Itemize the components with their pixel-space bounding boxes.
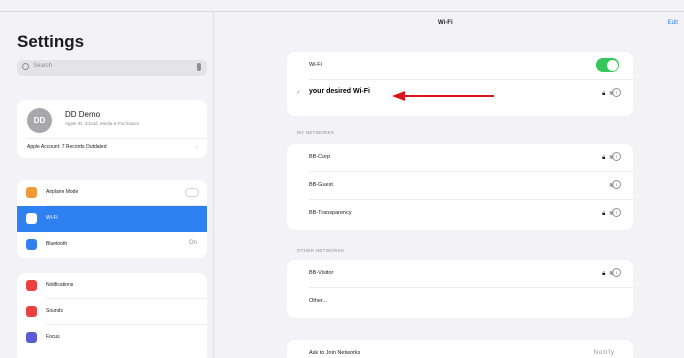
toggle-knob xyxy=(606,59,618,71)
network-row[interactable]: BB-Transparency 🔒︎ ≋ i xyxy=(287,200,633,228)
network-name: BB-Corp xyxy=(309,154,331,160)
airplane-icon xyxy=(26,187,37,198)
focus-icon xyxy=(26,332,37,343)
ask-to-join-label: Ask to Join Networks xyxy=(309,350,361,356)
sidebar-item-bluetooth[interactable]: Bluetooth On xyxy=(17,232,207,258)
network-name: BB-Visitor xyxy=(309,270,334,276)
profile-name: DD Demo xyxy=(65,110,101,119)
sidebar-item-label: Airplane Mode xyxy=(46,189,79,195)
wifi-current-group: Wi-Fi ✓ your desired Wi-Fi 🔒︎ ≋ i xyxy=(287,52,633,116)
other-networks-header: OTHER NETWORKS xyxy=(297,248,345,253)
other-network-label: Other... xyxy=(309,298,328,304)
info-icon[interactable]: i xyxy=(612,152,621,161)
nav-title: Wi-Fi xyxy=(438,20,453,26)
airplane-mode-toggle[interactable] xyxy=(185,188,199,197)
sidebar-item-label: Sounds xyxy=(46,308,63,314)
notifications-icon xyxy=(26,280,37,291)
sounds-icon xyxy=(26,306,37,317)
network-name: BB-Transparency xyxy=(309,210,352,216)
sidebar-item-notifications[interactable]: Notifications xyxy=(17,273,207,299)
sidebar-item-focus[interactable]: Focus xyxy=(17,325,207,351)
network-row[interactable]: BB-Visitor 🔒︎ ≋ i xyxy=(287,260,633,288)
wifi-toggle[interactable] xyxy=(596,58,619,72)
annotation-arrow xyxy=(392,91,494,101)
sidebar-title: Settings xyxy=(17,32,85,51)
other-network-row[interactable]: Other... xyxy=(287,288,633,316)
wifi-toggle-row: Wi-Fi xyxy=(287,52,633,80)
bluetooth-status: On xyxy=(188,240,197,246)
sidebar-item-label: Focus xyxy=(46,334,60,340)
wifi-toggle-label: Wi-Fi xyxy=(309,62,322,68)
sidebar-group-connectivity: Airplane Mode Wi-Fi Bluetooth On xyxy=(17,180,207,258)
sidebar-item-label: Wi-Fi xyxy=(46,215,58,221)
network-name: BB-Guest xyxy=(309,182,333,188)
checkmark-icon: ✓ xyxy=(296,90,302,96)
ask-to-join-group: Ask to Join Networks Notify xyxy=(287,340,633,358)
other-networks-group: BB-Visitor 🔒︎ ≋ i Other... xyxy=(287,260,633,318)
my-networks-group: BB-Corp 🔒︎ ≋ i BB-Guest ≋ i BB-Transpare… xyxy=(287,144,633,230)
ask-to-join-row[interactable]: Ask to Join Networks Notify xyxy=(287,340,633,358)
sidebar-group-notifications: Notifications Sounds Focus xyxy=(17,273,207,358)
wifi-icon xyxy=(26,213,37,224)
divider xyxy=(27,138,207,139)
info-icon[interactable]: i xyxy=(612,268,621,277)
edit-button[interactable]: Edit xyxy=(668,20,678,26)
apple-id-card[interactable]: DD DD Demo Apple ID, iCloud, Media & Pur… xyxy=(17,100,207,158)
bluetooth-icon xyxy=(26,239,37,250)
network-row[interactable]: BB-Guest ≋ i xyxy=(287,172,633,200)
info-icon[interactable]: i xyxy=(612,88,621,97)
my-networks-header: MY NETWORKS xyxy=(297,130,335,135)
avatar: DD xyxy=(27,108,52,133)
search-placeholder: Search xyxy=(33,63,53,69)
search-field[interactable]: Search xyxy=(17,60,207,76)
screen: Settings Search DD DD Demo Apple ID, iCl… xyxy=(0,0,684,358)
sidebar-item-label: Bluetooth xyxy=(46,241,68,247)
network-row[interactable]: BB-Corp 🔒︎ ≋ i xyxy=(287,144,633,172)
info-icon[interactable]: i xyxy=(612,180,621,189)
sidebar-item-sounds[interactable]: Sounds xyxy=(17,299,207,325)
microphone-icon[interactable] xyxy=(197,63,201,71)
chevron-right-icon: › xyxy=(195,144,198,151)
sidebar-item-airplane-mode[interactable]: Airplane Mode xyxy=(17,180,207,206)
info-icon[interactable]: i xyxy=(612,208,621,217)
sidebar-item-label: Notifications xyxy=(46,282,74,288)
current-network-name: your desired Wi-Fi xyxy=(309,88,371,95)
search-icon xyxy=(22,63,29,70)
sidebar-item-wifi[interactable]: Wi-Fi xyxy=(17,206,207,232)
profile-account-status[interactable]: Apple Account: 7 Records Outdated xyxy=(27,144,107,150)
profile-subtitle: Apple ID, iCloud, Media & Purchases xyxy=(65,121,140,126)
ask-to-join-value: Notify xyxy=(593,350,615,356)
